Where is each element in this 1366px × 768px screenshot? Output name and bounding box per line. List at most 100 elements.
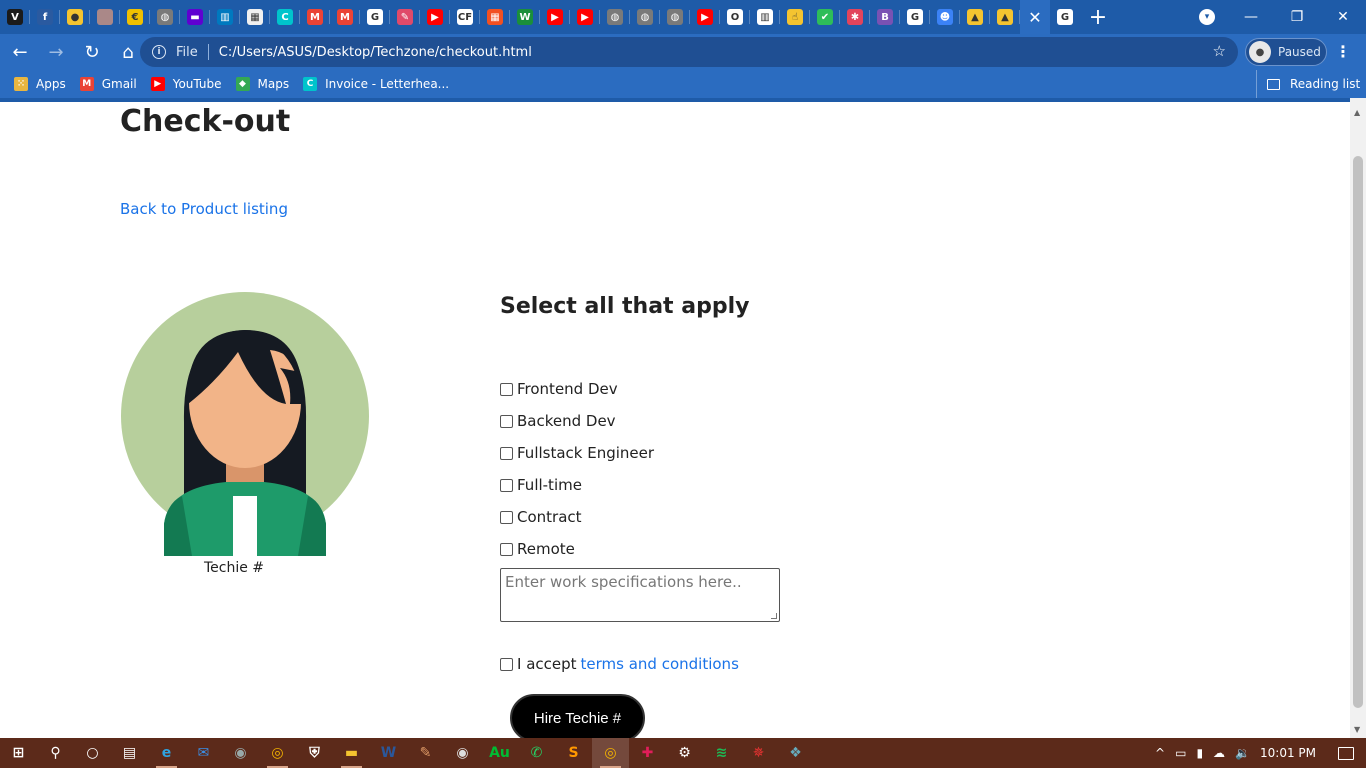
taskbar-item[interactable]: ⊞ xyxy=(0,738,37,768)
taskbar-item[interactable]: e xyxy=(148,738,185,768)
browser-tab[interactable]: V xyxy=(0,0,30,34)
new-tab-button[interactable]: + xyxy=(1080,0,1116,34)
taskbar-item[interactable]: ⛨ xyxy=(296,738,333,768)
browser-tab[interactable]: ● xyxy=(60,0,90,34)
close-window-button[interactable]: ✕ xyxy=(1320,0,1366,34)
browser-tab[interactable]: ▦ xyxy=(480,0,510,34)
browser-tab[interactable]: ▶ xyxy=(690,0,720,34)
taskbar-item[interactable]: ▬ xyxy=(333,738,370,768)
terms-checkbox[interactable] xyxy=(500,657,513,671)
browser-tab[interactable]: M xyxy=(300,0,330,34)
resize-handle-icon[interactable] xyxy=(771,613,777,619)
browser-tab[interactable] xyxy=(90,0,120,34)
browser-tab[interactable]: ▥ xyxy=(750,0,780,34)
browser-tab[interactable]: ▲ xyxy=(960,0,990,34)
taskbar-item[interactable]: ✆ xyxy=(518,738,555,768)
browser-tab[interactable]: f xyxy=(30,0,60,34)
clock[interactable]: 10:01 PM xyxy=(1260,746,1316,760)
volume-icon[interactable]: 🔉 xyxy=(1235,746,1250,760)
taskbar-item[interactable]: ▤ xyxy=(111,738,148,768)
browser-tab[interactable]: ✔ xyxy=(810,0,840,34)
browser-tab[interactable]: G xyxy=(900,0,930,34)
option-checkbox[interactable] xyxy=(500,414,513,428)
bookmark-item[interactable]: ⁙ Apps xyxy=(14,77,66,91)
tray-chevron-icon[interactable]: ^ xyxy=(1155,746,1165,760)
bookmark-item[interactable]: C Invoice - Letterhea... xyxy=(303,77,449,91)
option-checkbox[interactable] xyxy=(500,510,513,524)
browser-tab[interactable]: ◍ xyxy=(660,0,690,34)
browser-tab[interactable]: ✱ xyxy=(840,0,870,34)
back-button[interactable]: ← xyxy=(4,36,36,68)
browser-tab[interactable]: ▶ xyxy=(540,0,570,34)
browser-tab[interactable]: C xyxy=(270,0,300,34)
forward-button[interactable]: → xyxy=(40,36,72,68)
browser-tab[interactable]: ☝ xyxy=(780,0,810,34)
taskbar-item[interactable]: S xyxy=(555,738,592,768)
address-bar[interactable]: i File C:/Users/ASUS/Desktop/Techzone/ch… xyxy=(140,37,1238,67)
browser-tab[interactable]: € xyxy=(120,0,150,34)
notifications-button[interactable] xyxy=(1326,738,1366,768)
taskbar-item[interactable]: ✵ xyxy=(740,738,777,768)
browser-tab[interactable]: ☻ xyxy=(930,0,960,34)
browser-tab[interactable]: ▥ xyxy=(210,0,240,34)
option-checkbox[interactable] xyxy=(500,446,513,460)
taskbar-item[interactable]: ≋ xyxy=(703,738,740,768)
taskbar-item[interactable]: ◎ xyxy=(592,738,629,768)
option-checkbox[interactable] xyxy=(500,542,513,556)
bookmark-item[interactable]: ◆ Maps xyxy=(235,77,289,91)
browser-tab[interactable]: ✎ xyxy=(390,0,420,34)
taskbar-item[interactable]: ❖ xyxy=(777,738,814,768)
taskbar-item[interactable]: ✚ xyxy=(629,738,666,768)
battery-icon[interactable]: ▮ xyxy=(1196,746,1203,760)
info-icon[interactable]: i xyxy=(152,45,166,59)
browser-tab[interactable]: G xyxy=(360,0,390,34)
option-checkbox[interactable] xyxy=(500,478,513,492)
taskbar-item[interactable]: ⚲ xyxy=(37,738,74,768)
browser-tab[interactable]: M xyxy=(330,0,360,34)
browser-tab[interactable]: G xyxy=(1050,0,1080,34)
browser-tab[interactable]: ▲ xyxy=(990,0,1020,34)
taskbar-item[interactable]: ⚙ xyxy=(666,738,703,768)
browser-tab[interactable]: ◍ xyxy=(630,0,660,34)
scroll-thumb[interactable] xyxy=(1353,156,1363,708)
bookmark-item[interactable]: ▶ YouTube xyxy=(150,77,222,91)
url-text[interactable]: C:/Users/ASUS/Desktop/Techzone/checkout.… xyxy=(219,45,532,60)
scroll-down-icon[interactable]: ▼ xyxy=(1354,725,1360,734)
browser-tab[interactable]: ◍ xyxy=(150,0,180,34)
browser-menu-button[interactable]: ⋮ xyxy=(1335,42,1351,61)
taskbar-item[interactable]: ◎ xyxy=(259,738,296,768)
terms-link[interactable]: terms and conditions xyxy=(581,655,739,673)
bookmark-star-icon[interactable]: ☆ xyxy=(1213,42,1226,60)
scroll-up-icon[interactable]: ▲ xyxy=(1354,108,1360,117)
browser-tab[interactable]: O xyxy=(720,0,750,34)
taskbar-item[interactable]: W xyxy=(370,738,407,768)
browser-tab[interactable]: ▶ xyxy=(570,0,600,34)
taskbar-item[interactable]: ✎ xyxy=(407,738,444,768)
taskbar-item[interactable]: Au xyxy=(481,738,518,768)
browser-tab[interactable]: ▦ xyxy=(240,0,270,34)
page-scrollbar[interactable]: ▲ ▼ xyxy=(1350,98,1366,738)
browser-tab[interactable]: ◍ xyxy=(600,0,630,34)
reading-list-button[interactable]: Reading list xyxy=(1256,70,1360,98)
bookmark-item[interactable]: M Gmail xyxy=(79,77,137,91)
back-to-listing-link[interactable]: Back to Product listing xyxy=(120,200,288,218)
network-icon[interactable]: ▭ xyxy=(1175,746,1186,760)
minimize-button[interactable]: — xyxy=(1228,0,1274,34)
restore-button[interactable]: ❐ xyxy=(1274,0,1320,34)
profile-button[interactable]: ● Paused xyxy=(1245,38,1327,66)
onedrive-icon[interactable]: ☁ xyxy=(1213,746,1225,760)
tab-search-button[interactable]: ▾ xyxy=(1196,7,1218,27)
taskbar-item[interactable]: ◉ xyxy=(444,738,481,768)
option-checkbox[interactable] xyxy=(500,382,513,396)
taskbar-item[interactable]: ✉ xyxy=(185,738,222,768)
taskbar-item[interactable]: ◉ xyxy=(222,738,259,768)
taskbar-item[interactable]: ○ xyxy=(74,738,111,768)
close-tab-icon[interactable]: ✕ xyxy=(1020,0,1050,34)
browser-tab[interactable]: ▶ xyxy=(420,0,450,34)
work-specifications-textarea[interactable]: Enter work specifications here.. xyxy=(500,568,780,622)
reload-button[interactable]: ↻ xyxy=(76,36,108,68)
browser-tab[interactable]: CF xyxy=(450,0,480,34)
hire-button[interactable]: Hire Techie # xyxy=(510,694,645,738)
browser-tab[interactable]: ▬ xyxy=(180,0,210,34)
browser-tab[interactable]: W xyxy=(510,0,540,34)
